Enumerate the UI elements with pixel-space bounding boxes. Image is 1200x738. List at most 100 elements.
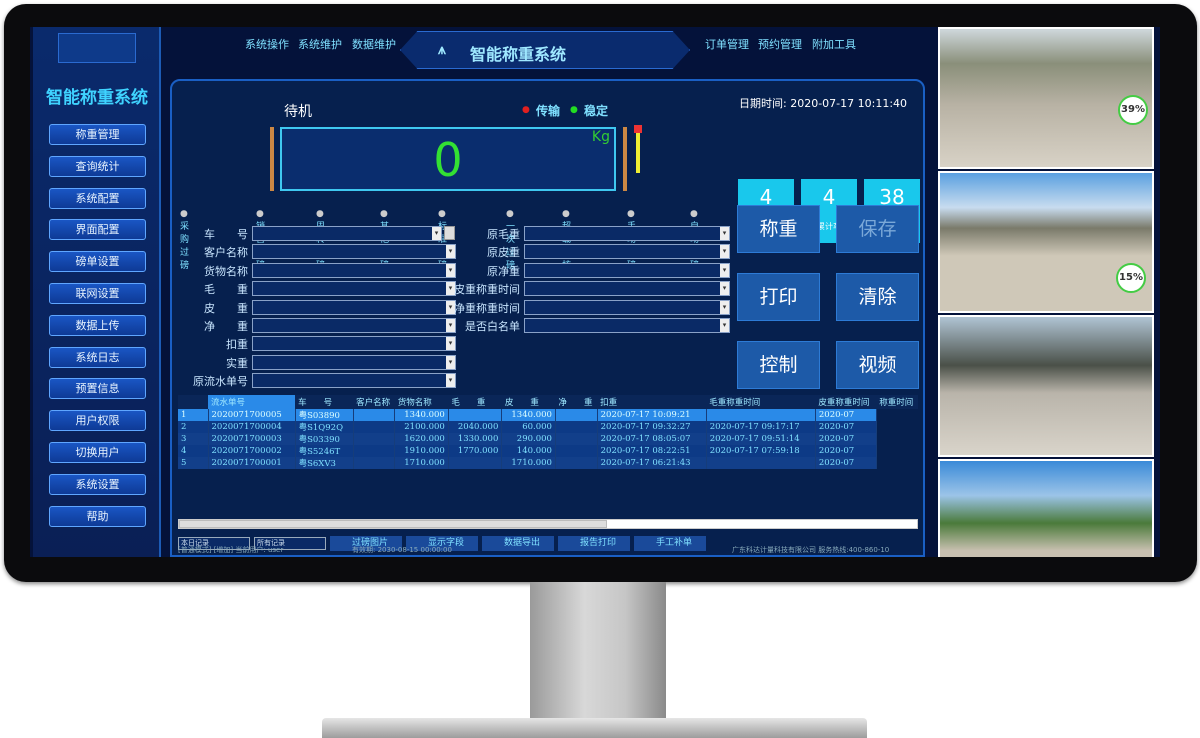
action-button[interactable]: 视频: [836, 341, 919, 389]
camera-badge: 15%: [1116, 263, 1146, 293]
table-row[interactable]: 1 2020071700005 粤S03890 1340.000 1340.000 202…: [178, 409, 918, 421]
table-cell: 1770.000: [448, 445, 503, 457]
column-header[interactable]: 客户名称: [353, 395, 395, 409]
camera-feed[interactable]: [938, 459, 1154, 557]
stable-label: 稳定: [584, 104, 609, 118]
field-input[interactable]: [252, 281, 456, 297]
sidebar-item[interactable]: 系统设置: [49, 473, 146, 495]
field-input[interactable]: [524, 318, 730, 333]
field-label: 货物名称: [204, 264, 248, 278]
nav-system-operation[interactable]: 系统操作: [245, 36, 289, 52]
sidebar-item[interactable]: 预置信息: [49, 378, 146, 400]
screen: 智能称重系统 称重管理 查询统计 系统配置 界面配置 磅单设置 联网设置 数据上传 系统日志预…: [30, 27, 1160, 557]
action-button[interactable]: 控制: [737, 341, 820, 389]
nav-order-management[interactable]: 订单管理: [705, 36, 749, 52]
table-cell: 2020-07-17 08:05:07: [597, 433, 707, 445]
weight-unit: Kg: [591, 129, 610, 145]
toolbar-button[interactable]: 数据导出: [482, 536, 554, 551]
column-header[interactable]: 皮重称重时间: [815, 395, 877, 409]
field-label: 净 重: [204, 320, 248, 333]
toolbar-button[interactable]: 手工补单: [634, 536, 706, 551]
nav-data-maintenance[interactable]: 数据维护: [352, 36, 396, 52]
logo-icon: ⩚: [438, 42, 446, 58]
column-header[interactable]: 流水单号: [208, 395, 296, 409]
sidebar-item[interactable]: 用户权限: [49, 410, 146, 432]
column-header[interactable]: 扣重: [597, 395, 707, 409]
monitor-stand: [530, 582, 666, 722]
table-cell: 1340.000: [394, 409, 449, 421]
column-header[interactable]: 车 号: [295, 395, 354, 409]
sidebar-item[interactable]: 称重管理: [49, 124, 146, 145]
table-cell: 1330.000: [448, 433, 503, 445]
field-input[interactable]: [524, 244, 730, 260]
weight-value: 0: [433, 133, 463, 187]
camera-feed[interactable]: 15%: [938, 171, 1154, 313]
field-input[interactable]: [524, 262, 730, 278]
table-cell: 2020-07-17 09:17:17: [706, 421, 816, 433]
field-input[interactable]: [252, 354, 456, 370]
sidebar-item[interactable]: 帮助: [49, 505, 146, 527]
field-input[interactable]: [252, 318, 456, 333]
column-header[interactable]: 毛重称重时间: [706, 395, 816, 409]
action-button[interactable]: 清除: [836, 273, 919, 321]
field-label: 客户名称: [204, 246, 248, 260]
action-button[interactable]: 保存: [836, 205, 919, 253]
nav-system-maintenance[interactable]: 系统维护: [298, 36, 342, 52]
camera-feed[interactable]: [938, 315, 1154, 457]
field-label: 车 号: [204, 228, 248, 241]
table-cell: 2020-07-17 10:09:21: [597, 409, 707, 421]
table-cell: [555, 409, 598, 421]
sidebar-item[interactable]: 系统日志: [49, 346, 146, 368]
field-input[interactable]: [252, 373, 456, 389]
column-header[interactable]: 净 重: [555, 395, 598, 409]
table-cell: 5: [178, 457, 209, 469]
sidebar-item[interactable]: 查询统计: [49, 155, 146, 177]
monitor-base: [322, 718, 867, 738]
camera-badge: 39%: [1118, 95, 1148, 125]
table-row[interactable]: 4 2020071700002 粤S5246T 1910.000 1770.000 140…: [178, 445, 918, 457]
sidebar-item[interactable]: 磅单设置: [49, 251, 146, 273]
field-input[interactable]: [524, 226, 730, 241]
nav-booking-management[interactable]: 预约管理: [758, 36, 802, 52]
sidebar-item[interactable]: 联网设置: [49, 283, 146, 304]
table-cell: 2020-07: [815, 445, 877, 457]
footer-expiry: 有效期: 2030-08-15 00:00:00: [352, 546, 452, 554]
table-cell: 2020071700003: [208, 433, 296, 445]
field-input[interactable]: [524, 299, 730, 315]
table-cell: 2020-07: [815, 409, 877, 421]
field-input[interactable]: [524, 281, 730, 297]
field-label: 净重称重时间: [454, 301, 520, 315]
action-button[interactable]: 打印: [737, 273, 820, 321]
field-label: 皮 重: [204, 301, 248, 315]
records-table[interactable]: 流水单号车 号客户名称 货物名称毛 重皮 重净 重扣重 毛重称重时间 皮重称重时间 称重…: [178, 395, 918, 469]
table-cell: 1: [178, 409, 209, 421]
sidebar-item[interactable]: 切换用户: [49, 442, 146, 463]
field-input[interactable]: [252, 336, 456, 352]
field-input[interactable]: [252, 262, 456, 278]
sidebar-item[interactable]: 数据上传: [49, 314, 146, 336]
table-row[interactable]: 2 2020071700004 粤S1Q92Q 2100.000 2040.000 60.…: [178, 421, 918, 433]
column-header[interactable]: 毛 重: [448, 395, 502, 409]
column-header[interactable]: 皮 重: [501, 395, 556, 409]
table-row[interactable]: 3 2020071700003 粤S03390 1620.000 1330.000 290…: [178, 433, 918, 445]
action-button[interactable]: 称重: [737, 205, 820, 253]
sidebar-item[interactable]: 系统配置: [49, 187, 146, 209]
field-input[interactable]: [252, 299, 456, 315]
table-cell: [448, 457, 503, 469]
field-label: 原毛重: [487, 228, 520, 241]
horizontal-scrollbar[interactable]: [178, 519, 918, 529]
table-cell: [353, 457, 396, 469]
field-input[interactable]: [252, 244, 456, 260]
table-row[interactable]: 5 2020071700001 粤S6XV3 1710.000 1710.000 2020…: [178, 457, 918, 469]
sidebar-item[interactable]: 界面配置: [49, 219, 146, 241]
toolbar-button[interactable]: 报告打印: [558, 536, 630, 551]
column-header[interactable]: 称重时间: [876, 395, 918, 409]
table-cell: 2020-07-17 09:32:27: [597, 421, 707, 433]
footer-mode: [普通模式] [增加] 当前用户: user: [178, 546, 284, 554]
stable-indicator-icon: ●: [570, 105, 578, 115]
sidebar: 智能称重系统 称重管理 查询统计 系统配置 界面配置 磅单设置 联网设置 数据上传 系统日志预…: [33, 27, 161, 557]
column-header[interactable]: 货物名称: [394, 395, 449, 409]
field-input[interactable]: [252, 226, 442, 241]
camera-feed[interactable]: 39%: [938, 27, 1154, 169]
nav-extra-tools[interactable]: 附加工具: [812, 36, 856, 52]
